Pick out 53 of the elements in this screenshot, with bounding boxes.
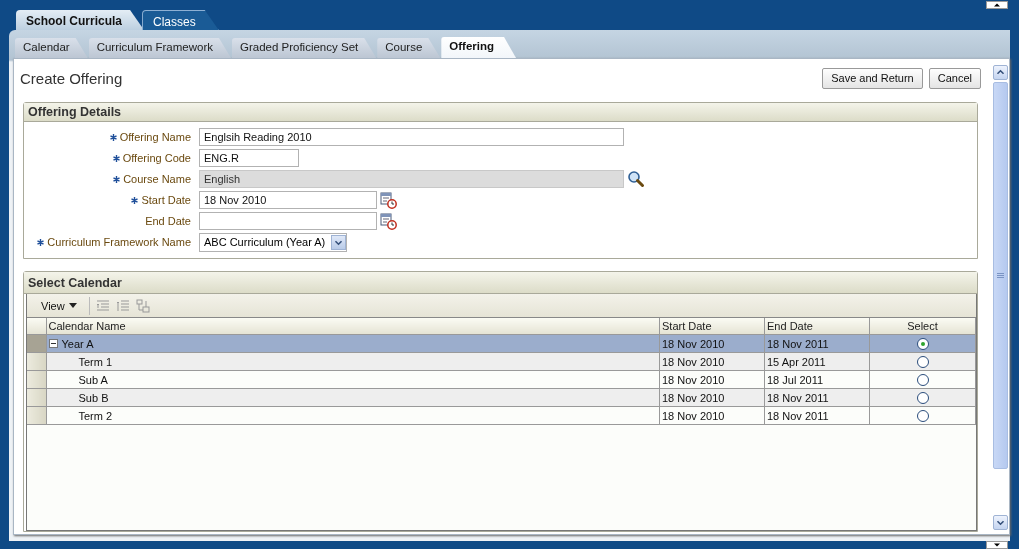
tab[interactable]: Calendar: [15, 38, 88, 58]
field-label: Start Date: [141, 194, 191, 206]
calendar-clock-icon[interactable]: [380, 191, 397, 209]
field-label: Curriculum Framework Name: [47, 236, 191, 248]
search-icon[interactable]: [627, 170, 645, 188]
page-title: Create Offering: [20, 69, 124, 87]
column-header[interactable]: Start Date: [659, 318, 765, 335]
scrollbar-thumb[interactable]: [993, 82, 1008, 469]
input-field[interactable]: 18 Nov 2010: [199, 191, 377, 209]
radio-button[interactable]: [916, 374, 929, 387]
section-title: Offering Details: [24, 103, 977, 122]
tab[interactable]: School Curricula: [16, 10, 145, 30]
expand-button[interactable]: [986, 541, 1008, 549]
table-cell: 18 Nov 2010: [659, 370, 765, 389]
tab[interactable]: Graded Proficiency Set: [231, 38, 377, 58]
tab[interactable]: Course: [377, 38, 441, 58]
tree-item[interactable]: Term 2: [78, 409, 113, 422]
view-menu[interactable]: View: [35, 297, 83, 314]
radio-button[interactable]: [916, 392, 929, 405]
field-label: Offering Name: [119, 131, 191, 143]
table-cell: 18 Jul 2011: [764, 370, 870, 389]
caret-icon: [331, 234, 347, 250]
section-title: Select Calendar: [24, 272, 977, 294]
collapse-button[interactable]: [986, 1, 1008, 9]
column-header[interactable]: End Date: [764, 318, 870, 335]
table-cell: 18 Nov 2011: [764, 406, 870, 425]
collapse-icon[interactable]: [48, 339, 58, 348]
input-field[interactable]: Englsih Reading 2010: [199, 128, 624, 146]
calendar-clock-icon[interactable]: [380, 212, 397, 230]
caret-icon: [68, 303, 77, 308]
dropdown[interactable]: ABC Curriculum (Year A): [199, 232, 348, 252]
tree-item[interactable]: Term 1: [78, 355, 113, 368]
action-button[interactable]: Cancel: [928, 67, 981, 89]
input-field[interactable]: ENG.R: [199, 149, 299, 167]
tab[interactable]: Curriculum Framework: [88, 38, 231, 58]
column-header[interactable]: Select: [869, 318, 976, 335]
scroll-down-button[interactable]: [993, 515, 1008, 530]
radio-button[interactable]: [916, 356, 929, 369]
tree-item[interactable]: Year A: [61, 337, 94, 350]
input-field[interactable]: [199, 212, 377, 230]
tab[interactable]: Classes: [142, 10, 219, 30]
column-header[interactable]: Calendar Name: [46, 318, 660, 335]
table-cell: 18 Nov 2010: [659, 406, 765, 425]
action-button[interactable]: Save and Return: [822, 67, 923, 89]
radio-button[interactable]: [916, 338, 929, 351]
tree-item[interactable]: Sub B: [78, 391, 109, 404]
field-label: End Date: [145, 215, 191, 227]
tab[interactable]: Offering: [441, 37, 517, 58]
scroll-up-button[interactable]: [993, 65, 1008, 80]
field-label: Course Name: [123, 173, 191, 185]
field-label: Offering Code: [122, 152, 191, 164]
tree-item[interactable]: Sub A: [78, 373, 108, 386]
radio-button[interactable]: [916, 410, 929, 423]
